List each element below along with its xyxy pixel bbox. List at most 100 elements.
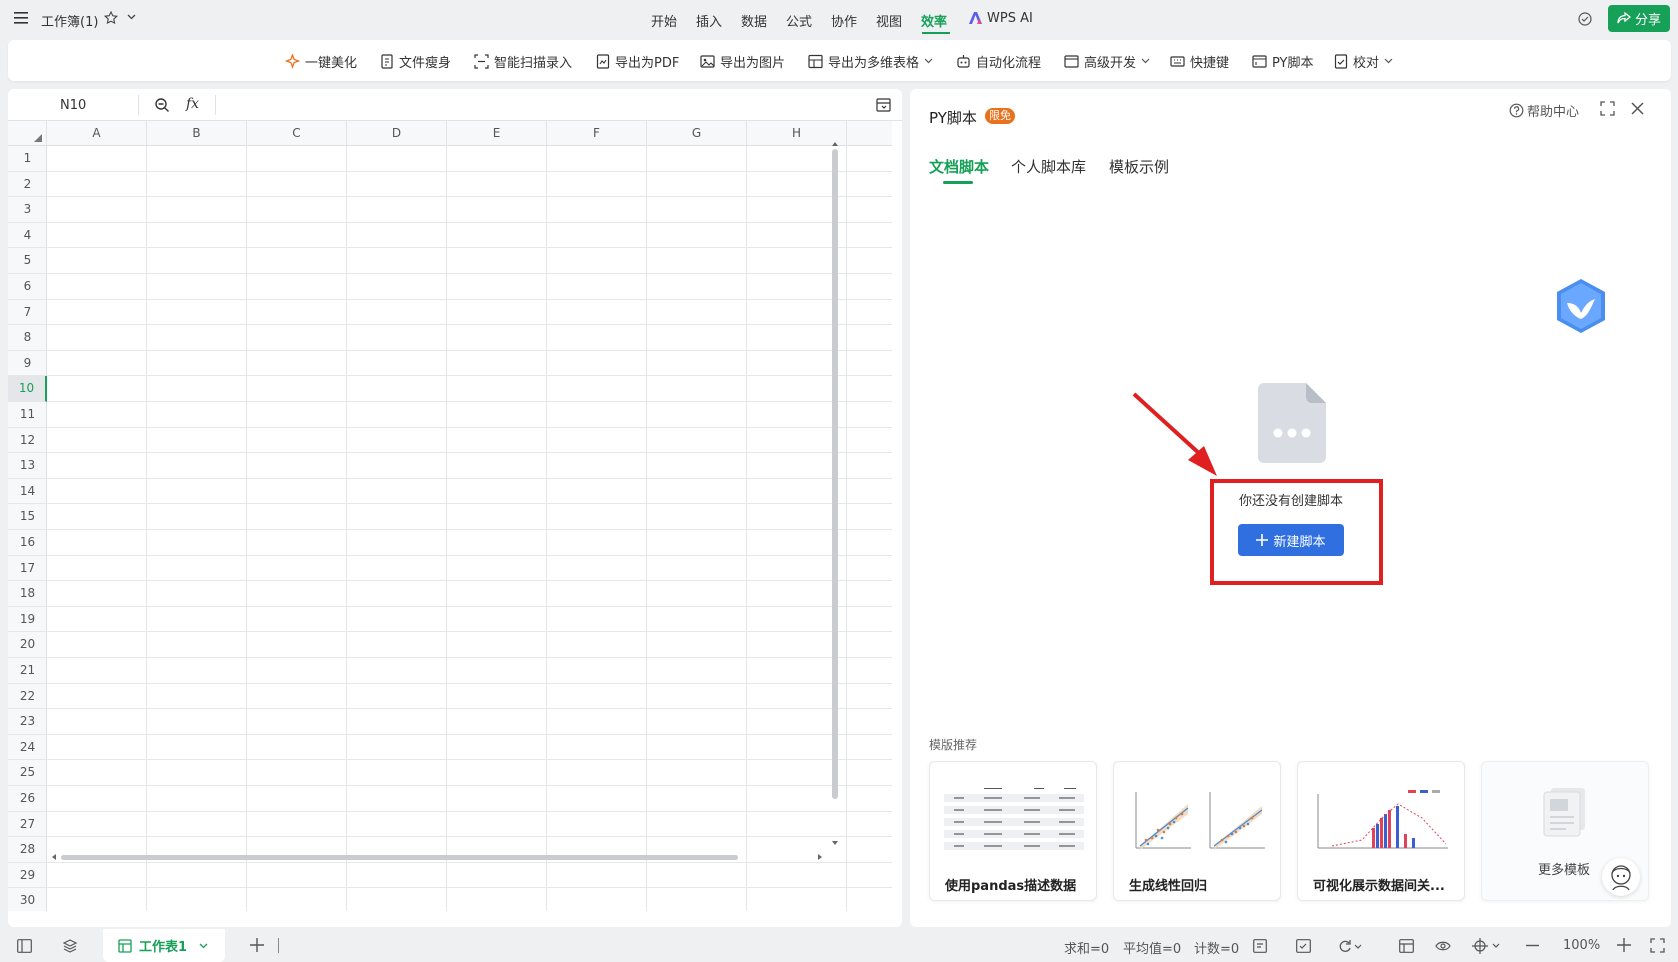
tab-document-scripts[interactable]: 文档脚本 [929,156,989,177]
refresh-icon[interactable] [1338,939,1362,953]
formula-expand-icon[interactable] [876,97,892,113]
row-header[interactable]: 29 [8,863,47,889]
row-header[interactable]: 3 [8,197,47,223]
star-icon[interactable] [104,11,118,25]
row-header[interactable]: 27 [8,812,47,838]
row-header[interactable]: 8 [8,325,47,351]
column-header[interactable]: F [547,121,647,146]
template-card-more[interactable]: 更多模板 [1481,761,1649,901]
menu-insert[interactable]: 插入 [696,11,722,30]
ribbon-shortcuts[interactable]: 快捷键 [1170,52,1229,71]
row-header[interactable]: 6 [8,274,47,300]
row-header[interactable]: 19 [8,607,47,633]
zoom-in-icon[interactable] [1617,938,1631,952]
focus-mode-icon[interactable] [1472,938,1502,954]
column-header[interactable]: E [447,121,547,146]
expand-icon[interactable] [1600,101,1615,116]
tab-personal-library[interactable]: 个人脚本库 [1011,156,1086,177]
assistant-bird-icon[interactable] [1553,277,1609,335]
row-header[interactable]: 9 [8,351,47,377]
ribbon-scan[interactable]: 智能扫描录入 [474,52,572,71]
check-table-icon[interactable] [1296,939,1311,953]
column-header[interactable]: B [147,121,247,146]
layers-icon[interactable] [62,938,78,954]
menu-start[interactable]: 开始 [651,11,677,30]
template-card-pandas[interactable]: 使用pandas描述数据 [929,761,1097,901]
row-header[interactable]: 14 [8,479,47,505]
row-header[interactable]: 17 [8,556,47,582]
scroll-right-icon[interactable] [818,854,823,860]
row-header[interactable]: 16 [8,530,47,556]
menu-data[interactable]: 数据 [741,11,767,30]
cloud-sync-icon[interactable] [1577,12,1593,26]
sidebar-toggle-icon[interactable] [17,939,32,953]
zoom-level[interactable]: 100% [1563,938,1600,953]
horizontal-scrollbar[interactable] [61,855,738,860]
column-header[interactable]: D [347,121,447,146]
ribbon-export-table[interactable]: 导出为多维表格 [808,52,938,71]
row-header[interactable]: 30 [8,888,47,911]
row-header[interactable]: 20 [8,632,47,658]
menu-wps-ai[interactable]: WPS AI [987,11,1033,26]
row-header[interactable]: 22 [8,684,47,710]
ribbon-advanced-dev[interactable]: 高级开发 [1064,52,1155,71]
chevron-down-icon[interactable] [127,14,136,20]
menu-view[interactable]: 视图 [876,11,902,30]
add-sheet-icon[interactable] [250,938,264,952]
scroll-down-icon[interactable] [832,841,838,846]
eye-icon[interactable] [1435,939,1451,953]
row-header[interactable]: 11 [8,402,47,428]
menu-efficiency[interactable]: 效率 [921,11,947,30]
row-header[interactable]: 18 [8,581,47,607]
sheet-tab-active[interactable]: 工作表1 [103,929,225,962]
ribbon-py-script[interactable]: PY脚本 [1252,52,1314,71]
row-header[interactable]: 28 [8,837,47,863]
row-header[interactable]: 21 [8,658,47,684]
assistant-avatar-icon[interactable] [1602,858,1640,896]
vertical-scrollbar[interactable] [832,149,838,799]
ribbon-proofread[interactable]: 校对 [1334,52,1398,71]
row-header[interactable]: 15 [8,504,47,530]
ribbon-export-image[interactable]: 导出为图片 [700,52,785,71]
normal-view-icon[interactable] [1399,939,1414,953]
template-card-visualize[interactable]: 可视化展示数据间关... [1297,761,1465,901]
ribbon-file-slim[interactable]: 文件瘦身 [380,52,451,71]
hamburger-menu-icon[interactable] [14,12,28,24]
column-header[interactable]: A [47,121,147,146]
ribbon-export-pdf[interactable]: 导出为PDF [596,52,679,71]
row-header[interactable]: 4 [8,223,47,249]
stats-options-icon[interactable] [1253,939,1267,953]
tab-template-examples[interactable]: 模板示例 [1109,156,1169,177]
name-box[interactable]: N10 [60,98,86,113]
new-script-button[interactable]: 新建脚本 [1238,524,1344,556]
row-header[interactable]: 26 [8,786,47,812]
column-header[interactable]: C [247,121,347,146]
row-header[interactable]: 24 [8,735,47,761]
menu-formula[interactable]: 公式 [786,11,812,30]
row-header[interactable]: 7 [8,300,47,326]
zoom-formula-icon[interactable] [154,97,170,113]
row-header[interactable]: 2 [8,172,47,198]
row-header[interactable]: 23 [8,709,47,735]
template-card-regression[interactable]: 生成线性回归 [1113,761,1281,901]
close-icon[interactable] [1631,102,1644,115]
select-all-corner[interactable] [8,121,47,146]
row-header[interactable]: 13 [8,453,47,479]
row-header[interactable]: 25 [8,760,47,786]
cell-grid[interactable]: ABCDEFGH 1 2 3 4 5 6 7 8 9 10 11 12 13 14 15 16 17 18 19 20… [8,121,892,911]
help-center-link[interactable]: 帮助中心 [1509,101,1579,120]
share-button[interactable]: 分享 [1608,5,1670,32]
workbook-title[interactable]: 工作簿(1) [41,11,98,30]
column-header[interactable]: G [647,121,747,146]
scroll-up-icon[interactable] [832,141,838,146]
zoom-out-icon[interactable] [1526,944,1539,947]
row-header[interactable]: 1 [8,146,47,172]
fx-icon[interactable]: fx [186,96,199,112]
row-header[interactable]: 12 [8,428,47,454]
scroll-left-icon[interactable] [51,854,56,860]
ribbon-beautify[interactable]: 一键美化 [285,52,357,71]
ribbon-automation[interactable]: 自动化流程 [956,52,1041,71]
fullscreen-icon[interactable] [1650,938,1665,953]
menu-collab[interactable]: 协作 [831,11,857,30]
row-header[interactable]: 10 [8,376,47,402]
